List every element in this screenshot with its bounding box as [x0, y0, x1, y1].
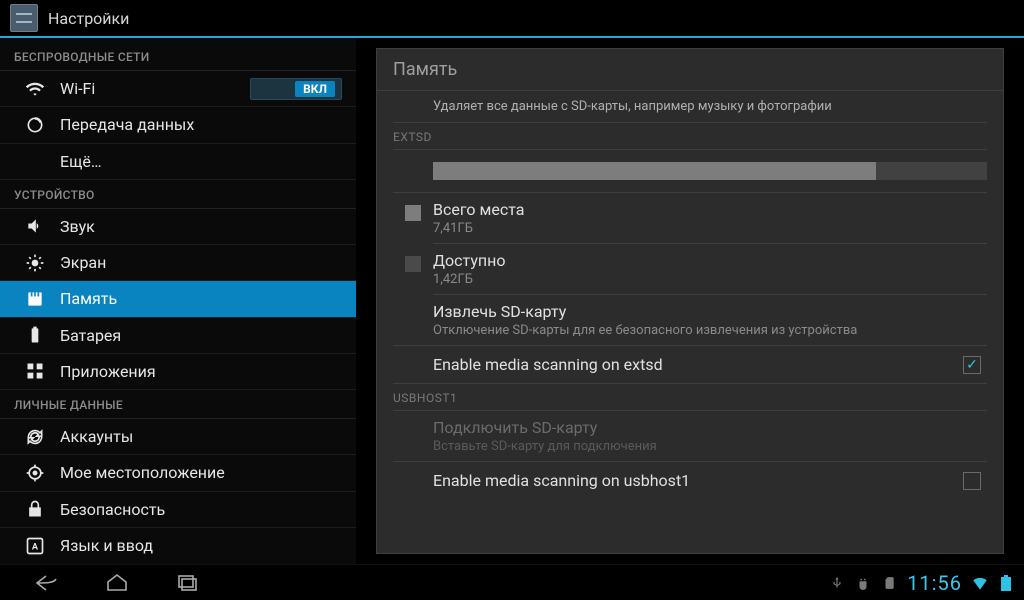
detail-title: Память: [377, 49, 1003, 91]
extsd-header: EXTSD: [393, 123, 987, 150]
debug-icon: [855, 575, 871, 591]
sidebar-item-label: Аккаунты: [60, 427, 133, 446]
sidebar-item-label: Wi-Fi: [60, 79, 95, 98]
total-swatch: [405, 205, 421, 221]
scan-extsd-checkbox[interactable]: [963, 356, 981, 374]
sound-icon: [24, 215, 46, 237]
eject-label: Извлечь SD-карту: [433, 302, 987, 321]
svg-text:A: A: [32, 542, 39, 552]
home-button[interactable]: [100, 571, 134, 595]
sidebar-item-wifi[interactable]: Wi-Fi ВКЛ: [0, 71, 356, 107]
row-scan-extsd[interactable]: Enable media scanning on extsd: [393, 346, 987, 384]
wifi-icon: [24, 78, 46, 100]
sd-card-icon: [881, 575, 897, 591]
sidebar-item-apps[interactable]: Приложения: [0, 354, 356, 390]
sidebar-item-label: Память: [60, 289, 117, 308]
back-button[interactable]: [30, 571, 64, 595]
mount-label: Подключить SD-карту: [433, 418, 987, 437]
sidebar-item-data-usage[interactable]: Передача данных: [0, 107, 356, 143]
row-available[interactable]: Доступно 1,42ГБ: [433, 244, 987, 295]
wifi-toggle[interactable]: ВКЛ: [250, 78, 342, 100]
usb-icon: [829, 575, 845, 591]
settings-app-icon: [10, 4, 38, 32]
sidebar-item-sound[interactable]: Звук: [0, 209, 356, 245]
data-usage-icon: [24, 114, 46, 136]
battery-icon: [24, 324, 46, 346]
section-wireless: БЕСПРОВОДНЫЕ СЕТИ: [0, 42, 356, 71]
apps-icon: [24, 360, 46, 382]
row-eject-sd[interactable]: Извлечь SD-карту Отключение SD-карты для…: [393, 295, 987, 346]
scan-extsd-label: Enable media scanning on extsd: [433, 355, 963, 374]
section-personal: ЛИЧНЫЕ ДАННЫЕ: [0, 390, 356, 419]
total-label: Всего места: [433, 200, 987, 219]
sidebar-item-label: Приложения: [60, 362, 156, 381]
recent-apps-button[interactable]: [170, 571, 204, 595]
total-value: 7,41ГБ: [433, 221, 987, 236]
status-time: 11:56: [907, 571, 962, 595]
sidebar-item-label: Безопасность: [60, 500, 165, 519]
sidebar-item-label: Ещё…: [60, 152, 102, 171]
available-label: Доступно: [433, 251, 987, 270]
display-icon: [24, 252, 46, 274]
sidebar-item-battery[interactable]: Батарея: [0, 318, 356, 354]
sidebar-item-label: Передача данных: [60, 115, 194, 134]
sidebar-item-label: Звук: [60, 217, 95, 236]
storage-usage-fill: [433, 162, 876, 180]
sidebar-item-display[interactable]: Экран: [0, 245, 356, 281]
lock-icon: [24, 498, 46, 520]
sync-icon: [24, 426, 46, 448]
erase-description: Удаляет все данные с SD-карты, например …: [393, 91, 987, 123]
settings-sidebar: БЕСПРОВОДНЫЕ СЕТИ Wi-Fi ВКЛ Передача дан…: [0, 38, 356, 564]
row-total-space[interactable]: Всего места 7,41ГБ: [433, 193, 987, 244]
sidebar-item-language[interactable]: A Язык и ввод: [0, 528, 356, 564]
sidebar-item-label: Язык и ввод: [60, 536, 153, 555]
wifi-status-icon: [972, 575, 988, 591]
system-navbar: 11:56: [0, 564, 1024, 600]
storage-usage-bar-row: [393, 150, 987, 193]
usbhost-header: USBHOST1: [393, 384, 987, 411]
eject-desc: Отключение SD-карты для ее безопасного и…: [433, 323, 987, 338]
sidebar-item-more[interactable]: Ещё…: [0, 144, 356, 180]
mount-desc: Вставьте SD-карту для подключения: [433, 439, 987, 454]
sidebar-item-label: Мое местоположение: [60, 463, 225, 482]
language-icon: A: [24, 535, 46, 557]
storage-usage-bar: [433, 162, 987, 180]
sidebar-item-storage[interactable]: Память: [0, 281, 356, 317]
sidebar-item-accounts[interactable]: Аккаунты: [0, 419, 356, 455]
location-icon: [24, 462, 46, 484]
titlebar: Настройки: [0, 0, 1024, 38]
section-device: УСТРОЙСТВО: [0, 180, 356, 209]
status-bar[interactable]: 11:56: [829, 571, 1014, 595]
scan-usb-label: Enable media scanning on usbhost1: [433, 471, 963, 490]
battery-status-icon: [998, 575, 1014, 591]
app-title: Настройки: [48, 9, 129, 28]
sidebar-item-location[interactable]: Мое местоположение: [0, 455, 356, 491]
sidebar-item-label: Батарея: [60, 326, 121, 345]
sidebar-item-security[interactable]: Безопасность: [0, 492, 356, 528]
available-swatch: [405, 256, 421, 272]
row-scan-usbhost[interactable]: Enable media scanning on usbhost1: [393, 462, 987, 499]
sidebar-item-label: Экран: [60, 253, 106, 272]
scan-usb-checkbox[interactable]: [963, 472, 981, 490]
storage-icon: [24, 288, 46, 310]
storage-detail-panel: Память Удаляет все данные с SD-карты, на…: [376, 48, 1004, 554]
available-value: 1,42ГБ: [433, 272, 987, 287]
row-mount-sd: Подключить SD-карту Вставьте SD-карту дл…: [393, 411, 987, 462]
